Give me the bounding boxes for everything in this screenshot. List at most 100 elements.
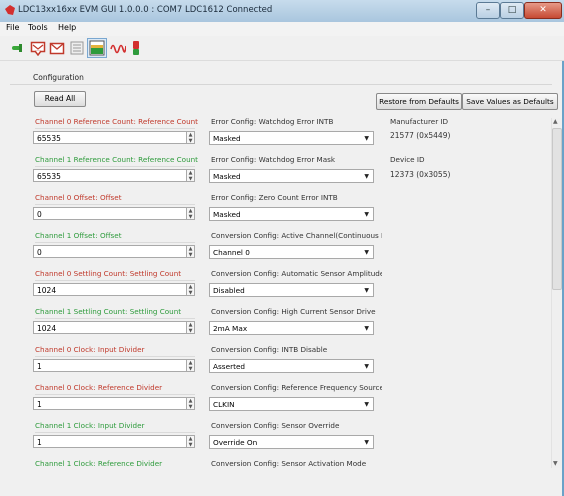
dropdown-label: Conversion Config: Reference Frequency S… <box>211 383 382 392</box>
title-bar: LDC13xx16xx EVM GUI 1.0.0.0 : COM7 LDC16… <box>0 0 564 23</box>
numeric-input[interactable]: 1 <box>33 359 188 372</box>
spin-down-icon[interactable]: ▼ <box>187 366 194 372</box>
dropdown-label: Conversion Config: Sensor Activation Mod… <box>211 459 367 468</box>
chart-icon[interactable] <box>87 38 107 58</box>
field-label: Channel 0 Settling Count: Settling Count <box>35 269 182 278</box>
spin-button[interactable]: ▲▼ <box>186 283 195 296</box>
field-divider <box>35 356 195 357</box>
field-label: Channel 0 Clock: Input Divider <box>35 345 145 354</box>
bottom-area <box>0 468 562 496</box>
spin-button[interactable]: ▲▼ <box>186 169 195 182</box>
numeric-input[interactable]: 1 <box>33 397 188 410</box>
spin-down-icon[interactable]: ▼ <box>187 404 194 410</box>
save-defaults-button[interactable]: Save Values as Defaults <box>462 93 558 110</box>
scroll-up-icon[interactable]: ▲ <box>553 118 558 125</box>
spin-down-icon[interactable]: ▼ <box>187 252 194 258</box>
spin-down-icon[interactable]: ▼ <box>187 290 194 296</box>
chevron-down-icon[interactable]: ▼ <box>364 398 369 411</box>
menu-tools[interactable]: Tools <box>28 23 48 32</box>
spin-button[interactable]: ▲▼ <box>186 435 195 448</box>
numeric-input[interactable]: 0 <box>33 207 188 220</box>
field-label: Channel 1 Offset: Offset <box>35 231 122 240</box>
dropdown-value: Channel 0 <box>213 248 250 257</box>
minimize-button[interactable]: – <box>476 2 500 19</box>
window-title: LDC13xx16xx EVM GUI 1.0.0.0 : COM7 LDC16… <box>18 5 273 15</box>
field-divider <box>35 318 195 319</box>
read-all-button[interactable]: Read All <box>34 91 86 107</box>
spin-down-icon[interactable]: ▼ <box>187 214 194 220</box>
document-icon[interactable] <box>69 40 85 56</box>
chevron-down-icon[interactable]: ▼ <box>364 436 369 449</box>
app-logo-icon <box>4 4 16 16</box>
section-label: Configuration <box>33 73 84 82</box>
spin-down-icon[interactable]: ▼ <box>187 176 194 182</box>
field-divider <box>35 280 195 281</box>
dropdown-select[interactable]: Masked ▼ <box>209 207 374 221</box>
toolbar <box>0 36 564 61</box>
spin-button[interactable]: ▲▼ <box>186 321 195 334</box>
maximize-button[interactable]: □ <box>500 2 524 19</box>
spin-button[interactable]: ▲▼ <box>186 359 195 372</box>
chevron-down-icon[interactable]: ▼ <box>364 246 369 259</box>
field-label: Channel 1 Clock: Input Divider <box>35 421 145 430</box>
chevron-down-icon[interactable]: ▼ <box>364 360 369 373</box>
spin-down-icon[interactable]: ▼ <box>187 138 194 144</box>
connect-icon[interactable] <box>10 41 24 55</box>
chevron-down-icon[interactable]: ▼ <box>364 208 369 221</box>
device-id-value: 12373 (0x3055) <box>390 170 451 179</box>
close-button[interactable]: ✕ <box>524 2 562 19</box>
chevron-down-icon[interactable]: ▼ <box>364 322 369 335</box>
field-divider <box>35 394 195 395</box>
menu-help[interactable]: Help <box>58 23 76 32</box>
field-label: Channel 1 Settling Count: Settling Count <box>35 307 182 316</box>
spin-button[interactable]: ▲▼ <box>186 245 195 258</box>
dropdown-select[interactable]: Disabled ▼ <box>209 283 374 297</box>
field-label: Channel 1 Clock: Reference Divider <box>35 459 163 468</box>
field-divider <box>35 432 195 433</box>
numeric-input[interactable]: 1024 <box>33 321 188 334</box>
waveform-icon[interactable] <box>110 40 127 56</box>
dropdown-value: Override On <box>213 438 258 447</box>
spin-button[interactable]: ▲▼ <box>186 131 195 144</box>
dropdown-select[interactable]: Override On ▼ <box>209 435 374 449</box>
chevron-down-icon[interactable]: ▼ <box>364 170 369 183</box>
section-divider <box>10 84 552 85</box>
dropdown-select[interactable]: Channel 0 ▼ <box>209 245 374 259</box>
dropdown-value: Masked <box>213 172 241 181</box>
dropdown-value: Masked <box>213 210 241 219</box>
dropdown-select[interactable]: Asserted ▼ <box>209 359 374 373</box>
dropdown-select[interactable]: 2mA Max ▼ <box>209 321 374 335</box>
mail-icon[interactable] <box>49 40 65 56</box>
numeric-input[interactable]: 65535 <box>33 131 188 144</box>
numeric-input[interactable]: 0 <box>33 245 188 258</box>
field-label: Channel 0 Clock: Reference Divider <box>35 383 163 392</box>
field-label: Channel 1 Reference Count: Reference Cou… <box>35 155 199 164</box>
dropdown-value: 2mA Max <box>213 324 248 333</box>
scroll-down-icon[interactable]: ▼ <box>553 460 558 467</box>
restore-defaults-button[interactable]: Restore from Defaults <box>376 93 462 110</box>
dropdown-label: Conversion Config: Active Channel(Contin… <box>211 231 382 240</box>
message-icon[interactable] <box>30 40 46 57</box>
dropdown-select[interactable]: CLKIN ▼ <box>209 397 374 411</box>
numeric-input[interactable]: 1 <box>33 435 188 448</box>
spin-button[interactable]: ▲▼ <box>186 397 195 410</box>
chevron-down-icon[interactable]: ▼ <box>364 284 369 297</box>
dropdown-value: Masked <box>213 134 241 143</box>
field-label: Channel 0 Offset: Offset <box>35 193 122 202</box>
chevron-down-icon[interactable]: ▼ <box>364 132 369 145</box>
spin-button[interactable]: ▲▼ <box>186 207 195 220</box>
numeric-input[interactable]: 1024 <box>33 283 188 296</box>
dropdown-select[interactable]: Masked ▼ <box>209 169 374 183</box>
dropdown-label: Conversion Config: INTB Disable <box>211 345 328 354</box>
indicator-icon[interactable] <box>130 40 142 56</box>
numeric-input[interactable]: 65535 <box>33 169 188 182</box>
dropdown-select[interactable]: Masked ▼ <box>209 131 374 145</box>
menu-bar: File Tools Help <box>0 22 564 36</box>
menu-file[interactable]: File <box>6 23 19 32</box>
field-divider <box>35 204 195 205</box>
spin-down-icon[interactable]: ▼ <box>187 328 194 334</box>
scrollbar-thumb[interactable] <box>552 128 562 290</box>
spin-down-icon[interactable]: ▼ <box>187 442 194 448</box>
manufacturer-id-value: 21577 (0x5449) <box>390 131 451 140</box>
main-panel <box>0 61 562 496</box>
